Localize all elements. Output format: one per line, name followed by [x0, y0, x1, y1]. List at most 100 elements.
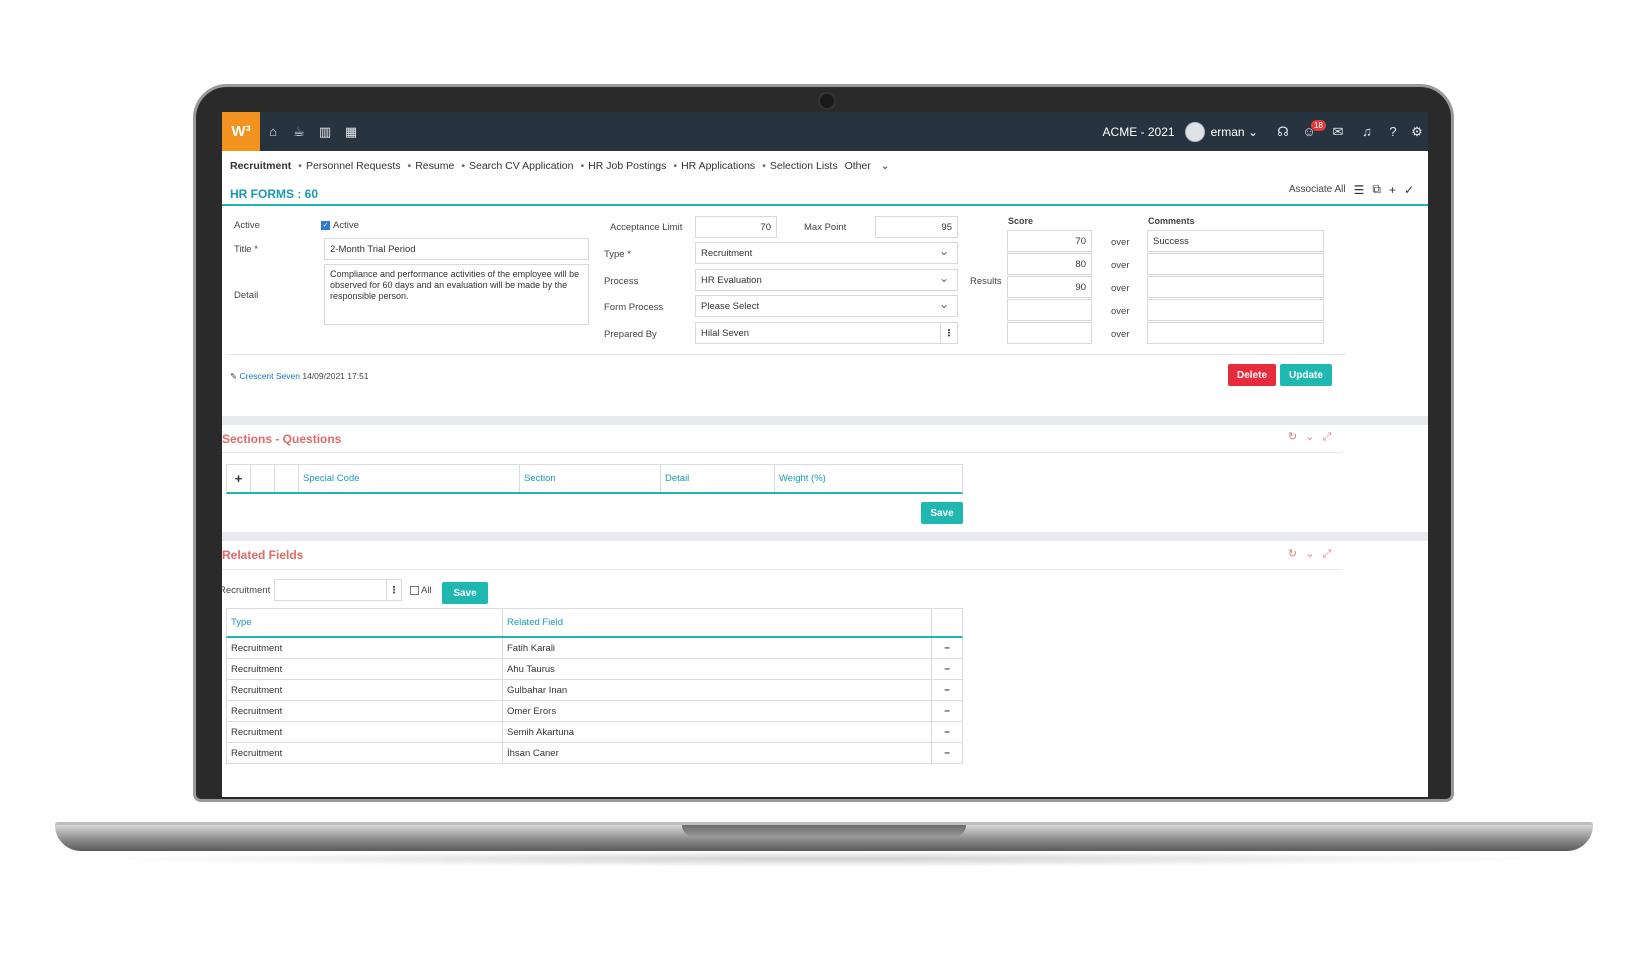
- process-select[interactable]: HR Evaluation: [695, 269, 958, 291]
- audit-user-link[interactable]: Crescent Seven: [240, 371, 300, 381]
- menu-item-selection-lists[interactable]: Selection Lists: [770, 160, 838, 172]
- comment-input-3[interactable]: [1147, 276, 1324, 298]
- detail-textarea[interactable]: Compliance and performance activities of…: [324, 264, 589, 325]
- recruitment-filter-menu-icon[interactable]: ⋮: [386, 579, 402, 601]
- prepared-by-menu-icon[interactable]: ⋮: [940, 322, 958, 344]
- refresh-icon[interactable]: ↻: [1288, 431, 1305, 443]
- bell-icon[interactable]: ♫: [1354, 112, 1380, 151]
- prepared-by-input[interactable]: Hilal Seven: [695, 322, 941, 344]
- related-fields-title: Related Fields: [222, 548, 304, 562]
- user-name: erman: [1210, 124, 1245, 139]
- sections-panel-icons: ↻⌄⤢: [1288, 430, 1339, 444]
- all-checkbox[interactable]: [410, 586, 419, 595]
- remove-row-button[interactable]: −: [932, 701, 962, 721]
- title-input[interactable]: 2-Month Trial Period: [324, 238, 589, 260]
- remove-row-button[interactable]: −: [932, 743, 962, 763]
- menu-item-job-postings[interactable]: HR Job Postings: [588, 160, 666, 172]
- associate-all-link[interactable]: Associate All: [1289, 184, 1346, 195]
- menu-item-personnel-requests[interactable]: Personnel Requests: [306, 160, 401, 172]
- app-logo[interactable]: W³: [222, 112, 260, 151]
- copy-icon[interactable]: ⧉: [1372, 182, 1381, 197]
- menu-item-resume[interactable]: Resume: [415, 160, 454, 172]
- expand-icon[interactable]: ⤢: [1322, 431, 1339, 443]
- menu-item-recruitment[interactable]: Recruitment: [230, 160, 291, 172]
- table-row[interactable]: Recruitment Omer Erors −: [226, 701, 963, 722]
- menu-separator: •: [461, 160, 465, 172]
- column-detail[interactable]: Detail: [661, 465, 775, 492]
- score-input-4[interactable]: [1007, 299, 1092, 321]
- sections-header-divider: [222, 452, 1342, 453]
- related-save-button[interactable]: Save: [442, 582, 488, 604]
- menu-separator: •: [407, 160, 412, 172]
- menu-item-other[interactable]: Other ⌄: [845, 160, 897, 172]
- coffee-icon[interactable]: ☕: [286, 112, 312, 151]
- chevron-down-icon: ⌄: [1247, 124, 1258, 139]
- column-related-field[interactable]: Related Field: [503, 609, 932, 636]
- sections-save-button[interactable]: Save: [921, 502, 963, 524]
- active-label: Active: [234, 220, 260, 231]
- table-row[interactable]: Recruitment Semih Akartuna −: [226, 722, 963, 743]
- remove-row-button[interactable]: −: [932, 659, 962, 679]
- score-input-5[interactable]: [1007, 322, 1092, 344]
- delete-button[interactable]: Delete: [1228, 364, 1276, 386]
- column-special-code[interactable]: Special Code: [299, 465, 520, 492]
- type-select[interactable]: Recruitment: [695, 242, 958, 264]
- column-weight[interactable]: Weight (%): [775, 465, 962, 492]
- menu-separator: •: [673, 160, 678, 172]
- plus-icon[interactable]: +: [1389, 183, 1396, 197]
- column-section[interactable]: Section: [520, 465, 661, 492]
- score-input-1[interactable]: 70: [1007, 230, 1092, 252]
- comment-input-2[interactable]: [1147, 253, 1324, 275]
- table-row[interactable]: Recruitment Gulbahar Inan −: [226, 680, 963, 701]
- help-icon[interactable]: ?: [1380, 112, 1406, 151]
- table-row[interactable]: Recruitment İhsan Caner −: [226, 743, 963, 764]
- table-row[interactable]: Recruitment Fatih Karali −: [226, 638, 963, 659]
- form-process-select[interactable]: Please Select: [695, 295, 958, 317]
- update-button[interactable]: Update: [1280, 364, 1332, 386]
- column-actions: [932, 609, 962, 636]
- notification-badge: 18: [1311, 120, 1326, 131]
- sections-blank-col-1: [251, 465, 275, 492]
- column-type[interactable]: Type: [227, 609, 503, 636]
- emoji-icon[interactable]: ☺ 18: [1296, 112, 1326, 151]
- collapse-icon[interactable]: ⌄: [1305, 548, 1322, 560]
- add-section-button[interactable]: +: [227, 465, 251, 492]
- acceptance-limit-input[interactable]: 70: [695, 216, 777, 238]
- table-row[interactable]: Recruitment Ahu Taurus −: [226, 659, 963, 680]
- expand-icon[interactable]: ⤢: [1322, 548, 1339, 560]
- comment-input-5[interactable]: [1147, 322, 1324, 344]
- score-input-2[interactable]: 80: [1007, 253, 1092, 275]
- over-label: over: [1111, 260, 1130, 271]
- score-input-3[interactable]: 90: [1007, 276, 1092, 298]
- comment-input-4[interactable]: [1147, 299, 1324, 321]
- menu-item-search-cv[interactable]: Search CV Application: [469, 160, 573, 172]
- active-checkbox[interactable]: ✓: [321, 221, 330, 230]
- chart-icon[interactable]: ▥: [312, 112, 338, 151]
- company-selector[interactable]: ACME - 2021: [1103, 125, 1175, 139]
- menu-item-applications[interactable]: HR Applications: [681, 160, 755, 172]
- gear-icon[interactable]: ⚙: [1406, 112, 1428, 151]
- headset-icon[interactable]: ☊: [1270, 112, 1296, 151]
- audit-info: ✎ Crescent Seven 14/09/2021 17:51: [230, 371, 369, 382]
- row-related-field: Ahu Taurus: [503, 659, 932, 679]
- check-icon[interactable]: ✓: [1404, 183, 1414, 197]
- sections-questions-title: Sections - Questions: [222, 432, 342, 446]
- remove-row-button[interactable]: −: [932, 680, 962, 700]
- section-separator: [222, 532, 1428, 541]
- remove-row-button[interactable]: −: [932, 638, 962, 658]
- recruitment-filter-input[interactable]: [274, 579, 387, 601]
- remove-row-button[interactable]: −: [932, 722, 962, 742]
- home-icon[interactable]: ⌂: [260, 112, 286, 151]
- refresh-icon[interactable]: ↻: [1288, 548, 1305, 560]
- user-menu[interactable]: erman ⌄: [1211, 125, 1258, 139]
- process-label: Process: [604, 276, 639, 287]
- calendar-icon[interactable]: ▦: [338, 112, 364, 151]
- comment-input-1[interactable]: Success: [1147, 230, 1324, 252]
- list-icon[interactable]: ☰: [1354, 183, 1365, 197]
- over-label: over: [1111, 283, 1130, 294]
- avatar[interactable]: [1184, 121, 1205, 142]
- max-point-input[interactable]: 95: [875, 216, 958, 238]
- menu-separator: •: [762, 160, 766, 172]
- collapse-icon[interactable]: ⌄: [1305, 431, 1322, 443]
- chat-icon[interactable]: ✉: [1322, 112, 1354, 151]
